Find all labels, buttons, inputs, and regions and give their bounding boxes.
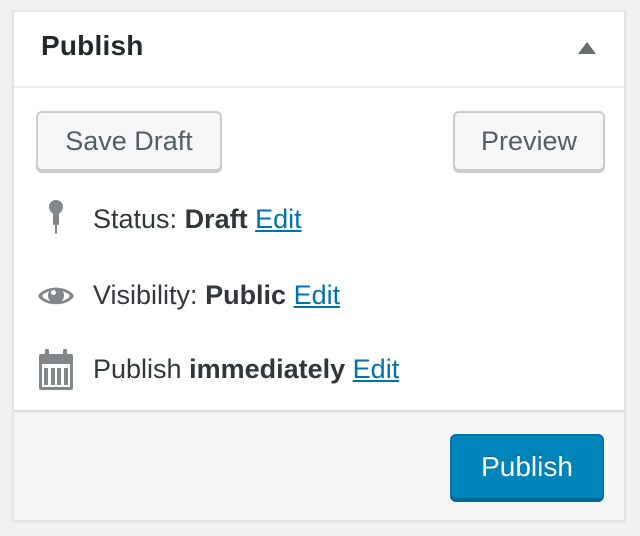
status-text: Status: Draft Edit	[93, 204, 302, 235]
major-publishing-actions: Publish	[14, 410, 624, 520]
triangle-up-icon[interactable]	[578, 42, 596, 54]
schedule-row: Publish immediately Edit	[14, 348, 624, 392]
publish-box-title: Publish	[41, 30, 144, 61]
edit-visibility-link[interactable]: Edit	[294, 280, 341, 310]
publish-box: Publish Save Draft Preview Status: Draft…	[12, 10, 626, 522]
publish-box-header[interactable]: Publish	[14, 12, 624, 88]
visibility-text: Visibility: Public Edit	[93, 280, 340, 311]
visibility-row: Visibility: Public Edit	[14, 274, 624, 318]
publish-button[interactable]: Publish	[450, 434, 604, 500]
schedule-text: Publish immediately Edit	[93, 354, 399, 385]
status-label: Status:	[93, 204, 178, 234]
preview-button[interactable]: Preview	[453, 111, 605, 171]
edit-status-link[interactable]: Edit	[255, 204, 302, 234]
schedule-value: immediately	[189, 354, 346, 384]
visibility-value: Public	[205, 280, 287, 310]
schedule-label: Publish	[93, 354, 182, 384]
status-row: Status: Draft Edit	[14, 198, 624, 242]
save-draft-button[interactable]: Save Draft	[36, 111, 222, 171]
calendar-icon	[36, 348, 76, 392]
pin-icon	[36, 198, 76, 242]
visibility-label: Visibility:	[93, 280, 198, 310]
status-value: Draft	[184, 204, 248, 234]
edit-schedule-link[interactable]: Edit	[353, 354, 400, 384]
eye-icon	[36, 274, 76, 318]
